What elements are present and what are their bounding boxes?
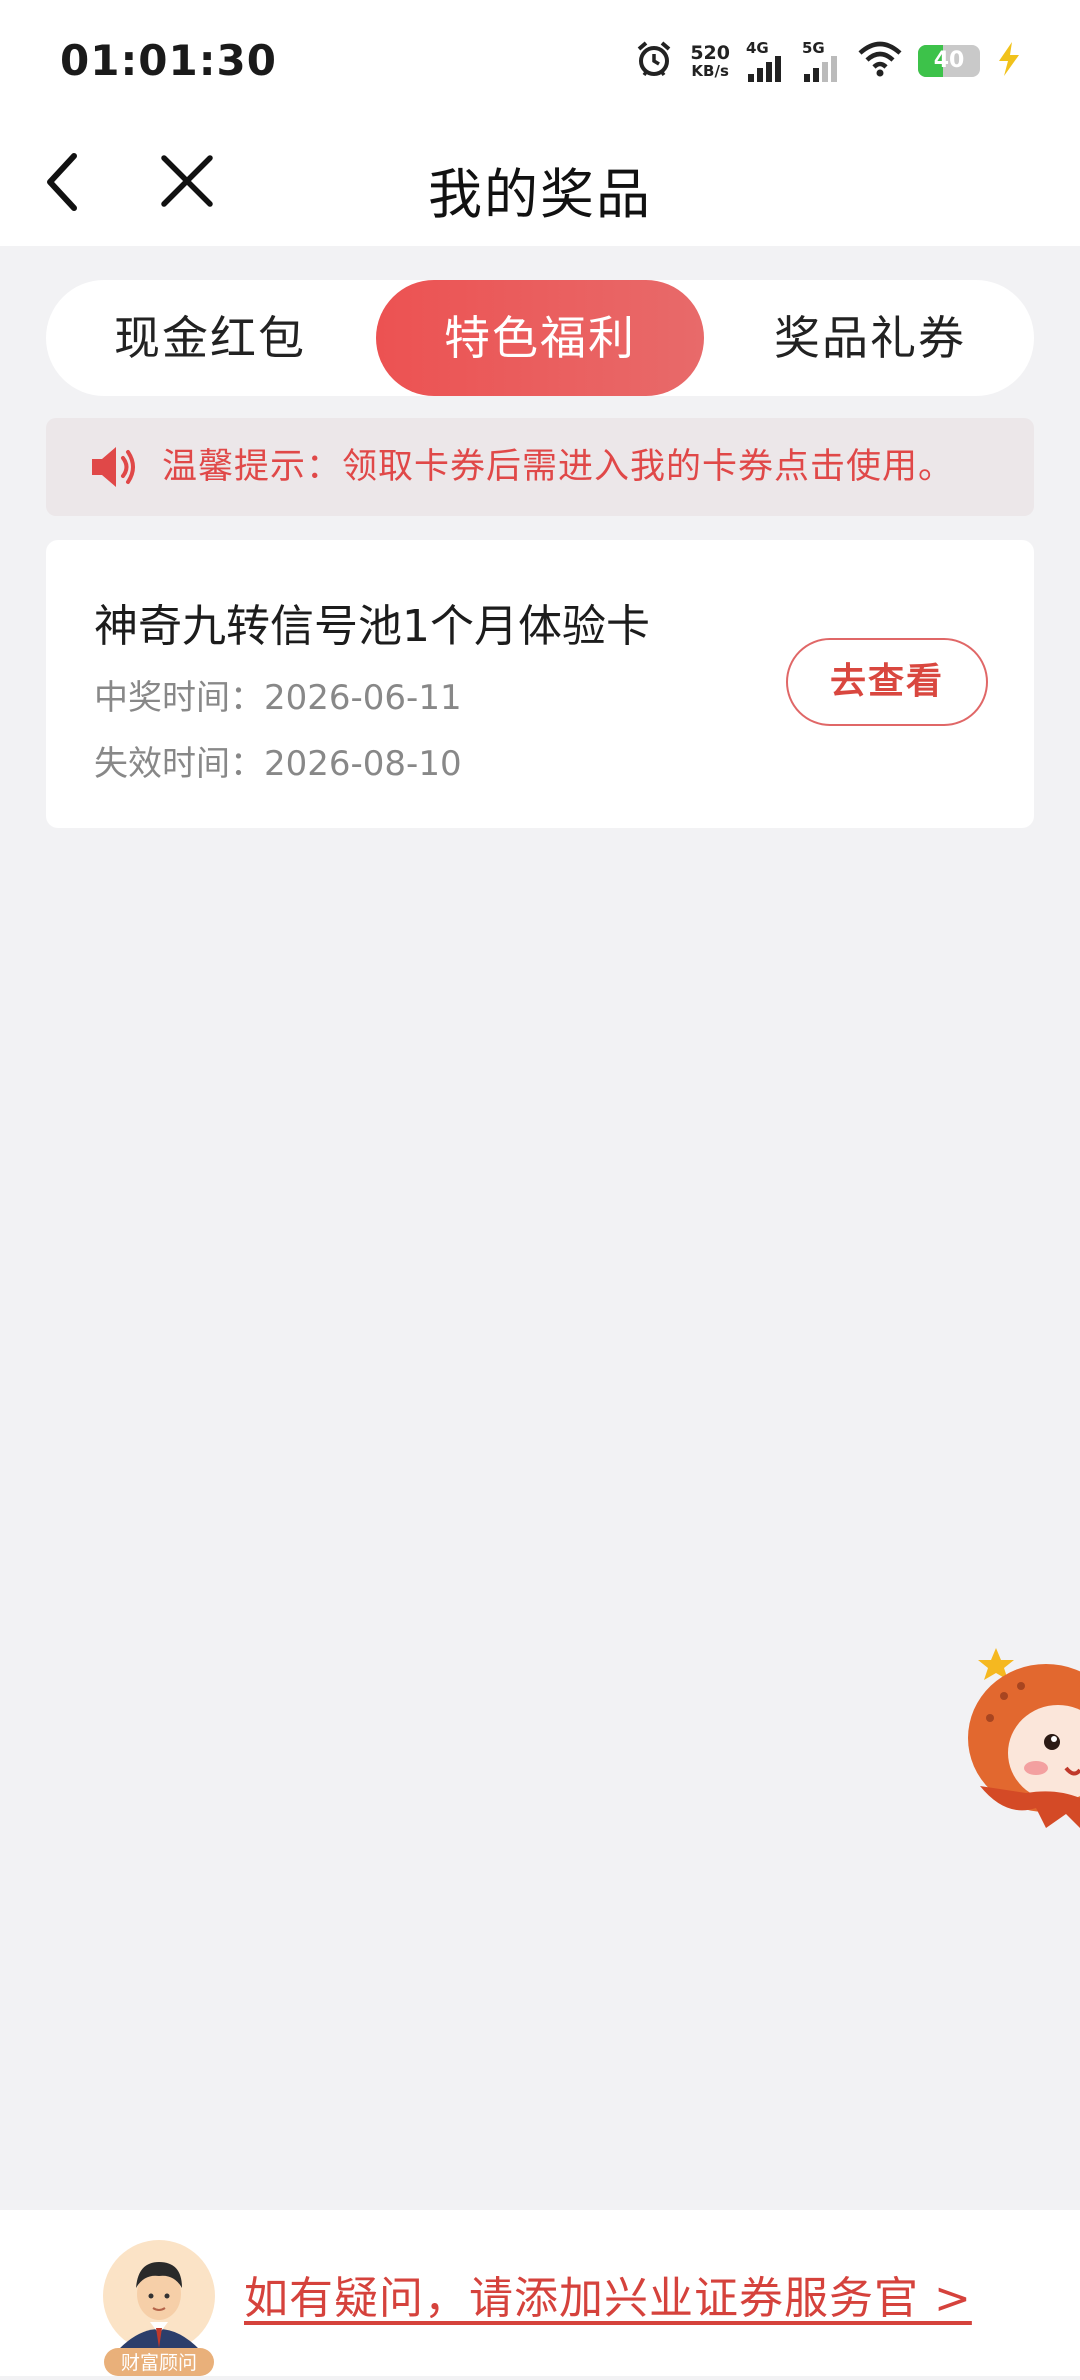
mascot-illustration <box>968 1648 1080 1828</box>
advisor-badge-label: 财富顾问 <box>121 2352 197 2374</box>
prize-category-tabs: 现金红包 特色福利 奖品礼券 <box>46 280 1034 396</box>
page-title: 我的奖品 <box>428 163 652 226</box>
battery-indicator: 40 <box>918 45 980 77</box>
status-bar: 01:01:30 520 KB/s 4G 5G 40 <box>0 0 1080 120</box>
sim2-label: 5G <box>802 38 825 57</box>
prize-win-time: 中奖时间：2026-06-11 <box>94 678 462 718</box>
bottom-help-bar: 财富顾问 如有疑问，请添加兴业证券服务官 > <box>0 2210 1080 2376</box>
network-speed-unit: KB/s <box>691 61 729 80</box>
sim1-signal: 4G <box>746 38 786 82</box>
advisor-avatar[interactable]: 财富顾问 <box>100 2238 218 2376</box>
notice-text: 温馨提示：领取卡券后需进入我的卡券点击使用。 <box>162 447 955 487</box>
nav-bar: 我的奖品 <box>0 120 1080 246</box>
contact-service-link[interactable]: 如有疑问，请添加兴业证券服务官 > <box>244 2262 972 2326</box>
sim2-signal: 5G <box>802 38 842 82</box>
view-prize-button[interactable]: 去查看 <box>786 638 988 726</box>
status-time: 01:01:30 <box>60 36 277 85</box>
wifi-icon <box>858 41 902 81</box>
prize-expire-time: 失效时间：2026-08-10 <box>94 744 462 784</box>
tab-prize-coupons[interactable]: 奖品礼券 <box>706 280 1034 396</box>
signal-bars-icon <box>748 55 781 82</box>
tab-cash-red-packet[interactable]: 现金红包 <box>46 280 374 396</box>
notice-banner: 温馨提示：领取卡券后需进入我的卡券点击使用。 <box>46 418 1034 516</box>
network-speed: 520 KB/s <box>690 41 730 80</box>
prize-title: 神奇九转信号池1个月体验卡 <box>94 601 650 652</box>
status-icons: 520 KB/s 4G 5G 40 <box>634 36 1022 86</box>
signal-bars-icon <box>804 55 837 82</box>
charging-icon <box>996 42 1022 80</box>
tab-special-benefits[interactable]: 特色福利 <box>376 280 704 396</box>
network-speed-value: 520 <box>690 41 730 64</box>
floating-mascot-widget[interactable] <box>966 1618 1080 1838</box>
sim1-label: 4G <box>746 38 769 57</box>
battery-level: 40 <box>933 48 965 73</box>
speaker-icon <box>90 444 138 490</box>
prize-card: 神奇九转信号池1个月体验卡 中奖时间：2026-06-11 失效时间：2026-… <box>46 540 1034 828</box>
alarm-icon <box>634 39 674 83</box>
